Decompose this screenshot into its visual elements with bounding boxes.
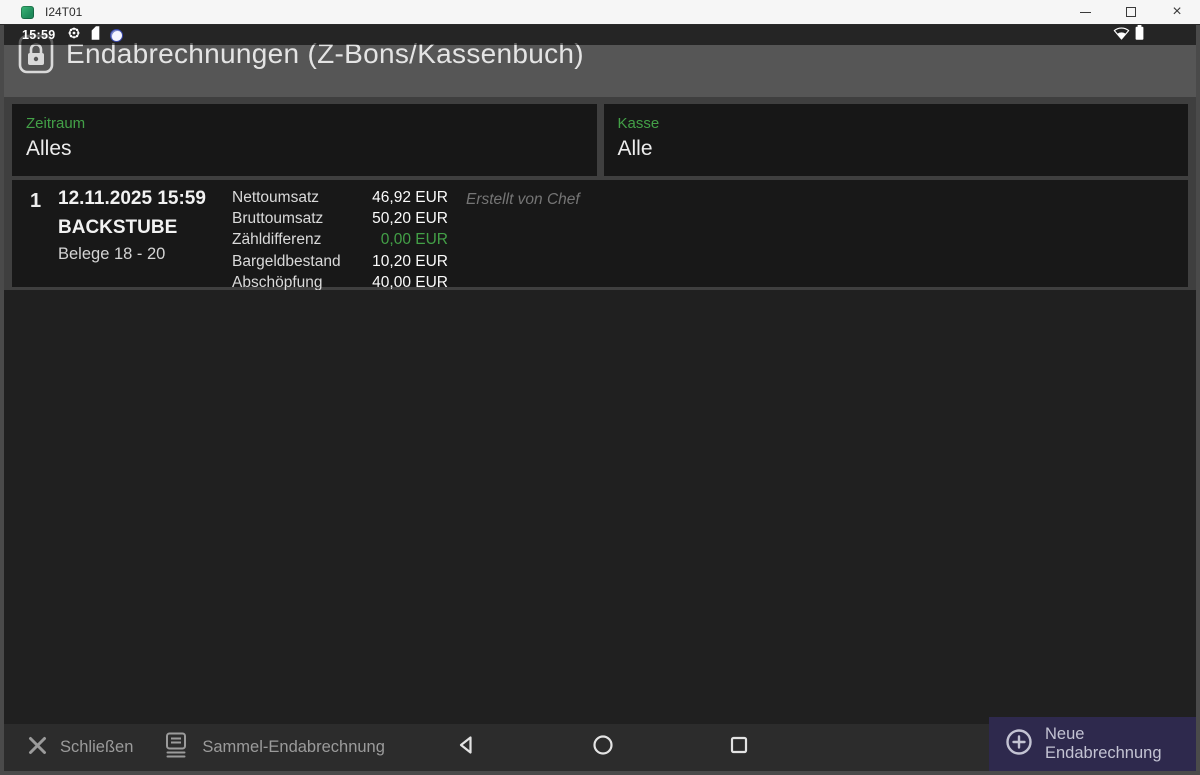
sd-card-icon [90, 26, 101, 45]
row-info: 12.11.2025 15:59 BACKSTUBE Belege 18 - 2… [58, 187, 224, 280]
row-register-name: BACKSTUBE [58, 217, 224, 239]
home-circle-icon [591, 733, 615, 762]
metric-bruttoumsatz: Bruttoumsatz 50,20 EUR [232, 208, 448, 229]
filter-row: Zeitraum Alles Kasse Alle [12, 104, 1188, 176]
metric-value: 10,20 EUR [372, 251, 448, 272]
settlement-row[interactable]: 1 12.11.2025 15:59 BACKSTUBE Belege 18 -… [12, 180, 1188, 287]
new-settlement-label: Neue Endabrechnung [1045, 725, 1196, 763]
close-icon: × [1172, 4, 1181, 20]
bottom-bar: Schließen Sammel-Endabrechnung [4, 724, 1196, 771]
app-header: Endabrechnungen (Z-Bons/Kassenbuch) 15:5… [4, 25, 1196, 97]
metric-label: Bruttoumsatz [232, 208, 323, 229]
close-window-button[interactable]: × [1154, 0, 1200, 24]
close-button[interactable]: Schließen [28, 736, 133, 760]
status-right-icons [1113, 25, 1144, 45]
filter-zeitraum[interactable]: Zeitraum Alles [12, 104, 597, 176]
app-notification-icon [110, 29, 123, 42]
filters-and-list: Zeitraum Alles Kasse Alle 1 12.11.2025 1… [4, 97, 1196, 290]
window-title: I24T01 [45, 5, 82, 19]
minimize-button[interactable] [1062, 0, 1108, 24]
row-datetime: 12.11.2025 15:59 [58, 188, 224, 210]
android-back-button[interactable] [453, 735, 479, 761]
collective-settlement-button[interactable]: Sammel-Endabrechnung [163, 731, 385, 764]
metric-label: Zähldifferenz [232, 229, 321, 250]
os-titlebar: I24T01 × [0, 0, 1200, 25]
collective-settlement-label: Sammel-Endabrechnung [202, 738, 385, 757]
maximize-button[interactable] [1108, 0, 1154, 24]
row-created-by: Erstellt von Chef [466, 187, 580, 280]
app-window-icon [21, 6, 34, 19]
recents-square-icon [727, 733, 751, 762]
metric-value: 46,92 EUR [372, 187, 448, 208]
filter-kasse-value: Alle [618, 137, 1175, 161]
metric-nettoumsatz: Nettoumsatz 46,92 EUR [232, 187, 448, 208]
android-recents-button[interactable] [726, 735, 752, 761]
filter-zeitraum-value: Alles [26, 137, 583, 161]
app-window: I24T01 × Endabrechnungen (Z-Bons/Kassenb… [0, 0, 1200, 775]
plus-circle-icon [1005, 728, 1033, 761]
metric-value: 0,00 EUR [381, 229, 448, 250]
filter-kasse-label: Kasse [618, 115, 1175, 132]
close-x-icon [28, 736, 47, 760]
android-home-button[interactable] [590, 735, 616, 761]
metric-value: 50,20 EUR [372, 208, 448, 229]
window-controls: × [1062, 0, 1200, 24]
android-screen: Endabrechnungen (Z-Bons/Kassenbuch) 15:5… [4, 25, 1196, 771]
metric-label: Nettoumsatz [232, 187, 319, 208]
metric-bargeldbestand: Bargeldbestand 10,20 EUR [232, 251, 448, 272]
close-button-label: Schließen [60, 738, 133, 757]
status-bar: 15:59 [4, 25, 1196, 45]
ledger-book-icon [163, 731, 189, 764]
back-triangle-icon [454, 733, 478, 762]
metric-zaehldifferenz: Zähldifferenz 0,00 EUR [232, 229, 448, 250]
new-settlement-button[interactable]: Neue Endabrechnung [989, 717, 1196, 771]
row-receipt-range: Belege 18 - 20 [58, 245, 224, 264]
maximize-icon [1126, 7, 1136, 17]
status-left-icons [67, 26, 123, 45]
minimize-icon [1080, 12, 1091, 13]
wifi-icon [1113, 26, 1130, 45]
gear-icon [67, 26, 81, 45]
status-time: 15:59 [22, 28, 55, 42]
filter-zeitraum-label: Zeitraum [26, 115, 583, 132]
battery-icon [1135, 25, 1144, 45]
filter-kasse[interactable]: Kasse Alle [604, 104, 1189, 176]
metric-label: Bargeldbestand [232, 251, 341, 272]
row-metrics: Nettoumsatz 46,92 EUR Bruttoumsatz 50,20… [232, 187, 448, 280]
row-index: 1 [22, 187, 58, 280]
empty-list-area [4, 290, 1196, 724]
